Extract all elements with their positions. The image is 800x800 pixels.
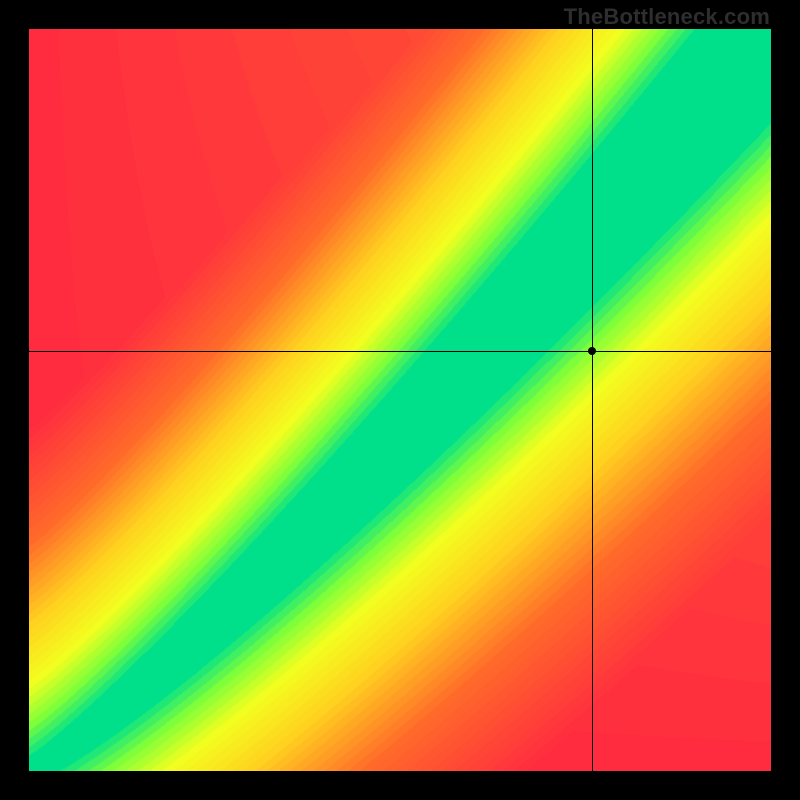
plot-area bbox=[29, 29, 771, 771]
watermark-text: TheBottleneck.com bbox=[564, 4, 770, 30]
crosshair-vertical bbox=[592, 29, 593, 771]
heatmap-canvas bbox=[29, 29, 771, 771]
chart-frame: TheBottleneck.com bbox=[0, 0, 800, 800]
crosshair-horizontal bbox=[29, 351, 771, 352]
investigated-point-marker bbox=[588, 347, 596, 355]
